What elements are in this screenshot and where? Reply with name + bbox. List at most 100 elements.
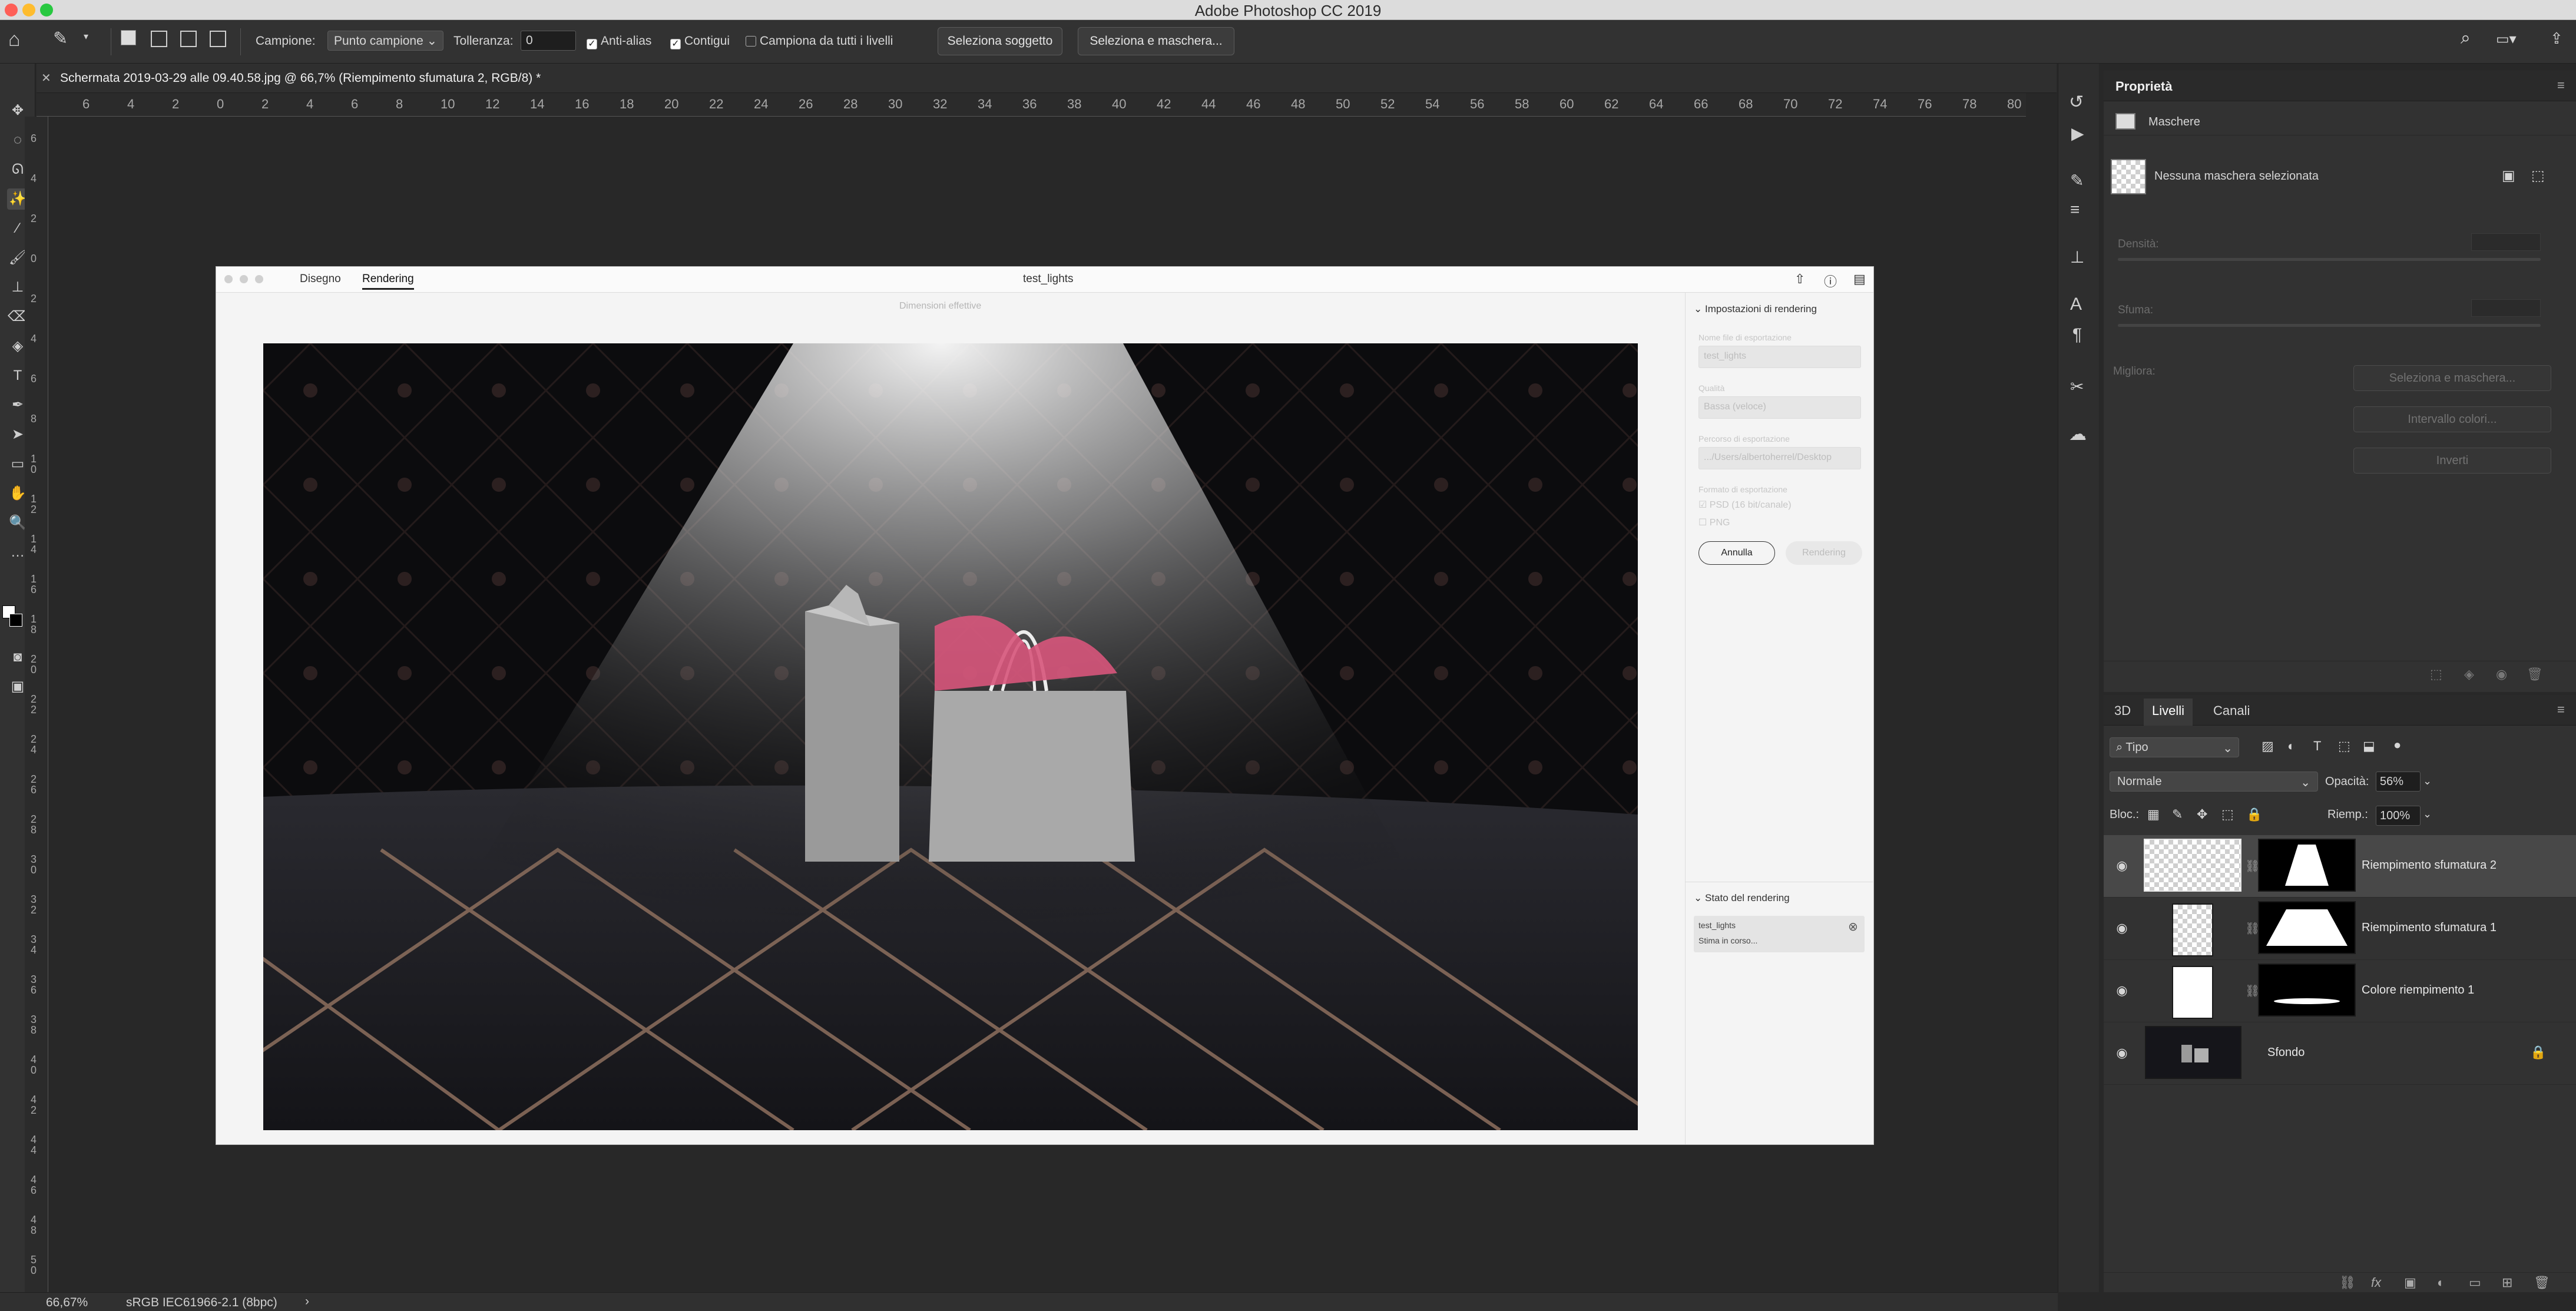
- layer-row[interactable]: ◉ ⛓ Riempimento sfumatura 2: [2104, 835, 2576, 898]
- tab-3d[interactable]: 3D: [2114, 703, 2131, 719]
- layer-mask-thumbnail[interactable]: [2258, 901, 2356, 954]
- new-selection-icon[interactable]: [121, 30, 136, 45]
- share-icon[interactable]: ⇧: [1794, 272, 1805, 287]
- comment-icon[interactable]: ▤: [1853, 272, 1866, 287]
- layer-mask-thumbnail[interactable]: [2258, 964, 2356, 1017]
- lock-artboard-icon[interactable]: ⬚: [2221, 807, 2234, 822]
- lock-image-icon[interactable]: ✎: [2172, 807, 2183, 822]
- layer-row[interactable]: ◉ ⛓ Riempimento sfumatura 1: [2104, 898, 2576, 960]
- feather-slider[interactable]: [2118, 324, 2541, 327]
- all-layers-checkbox[interactable]: Campiona da tutti i livelli: [746, 34, 893, 48]
- select-subject-button[interactable]: Seleziona soggetto: [938, 27, 1062, 55]
- load-selection-icon[interactable]: ⬚: [2430, 667, 2442, 682]
- home-icon[interactable]: ⌂: [8, 28, 21, 51]
- brush-settings-icon[interactable]: ✎: [2070, 171, 2084, 190]
- link-layers-icon[interactable]: ⛓: [2339, 1275, 2356, 1290]
- paragraph-icon[interactable]: ¶: [2072, 325, 2082, 345]
- panel-menu-icon[interactable]: ≡: [2557, 702, 2565, 717]
- opacity-input[interactable]: 56%: [2376, 772, 2421, 792]
- creative-cloud-libraries-icon[interactable]: ☁: [2069, 424, 2087, 445]
- tab-draw[interactable]: Disegno: [300, 273, 341, 286]
- dialog-minimize-dot[interactable]: [240, 275, 248, 283]
- new-adjustment-icon[interactable]: ◐: [2437, 1275, 2445, 1290]
- add-to-selection-icon[interactable]: [151, 31, 167, 47]
- history-icon[interactable]: ↺: [2069, 92, 2084, 112]
- lock-position-icon[interactable]: ✥: [2197, 807, 2207, 822]
- export-path-input[interactable]: .../Users/albertoherrel/Desktop: [1698, 447, 1861, 469]
- layer-mask-thumbnail[interactable]: [2258, 839, 2356, 892]
- dialog-zoom-dot[interactable]: [255, 275, 263, 283]
- density-slider[interactable]: [2118, 258, 2541, 261]
- search-icon[interactable]: ⌕: [2461, 28, 2471, 48]
- clone-source-icon[interactable]: ⊥: [2070, 247, 2084, 267]
- layer-filter-select[interactable]: ⌕ Tipo ⌄: [2110, 737, 2239, 757]
- color-range-button[interactable]: Intervallo colori...: [2353, 406, 2551, 432]
- fill-input[interactable]: 100%: [2376, 806, 2421, 826]
- dialog-close-dot[interactable]: [224, 275, 233, 283]
- new-group-icon[interactable]: ▭: [2469, 1275, 2481, 1290]
- layer-row[interactable]: ◉ Sfondo 🔒: [2104, 1022, 2576, 1085]
- antialias-checkbox[interactable]: Anti-alias: [587, 34, 651, 49]
- eye-icon[interactable]: ◉: [2113, 1046, 2131, 1060]
- dimensions-select[interactable]: Dimensioni effettive: [899, 301, 981, 312]
- background-color-swatch[interactable]: [9, 614, 22, 627]
- feather-input[interactable]: [2471, 299, 2541, 317]
- adjustments-icon[interactable]: ≡: [2070, 200, 2080, 219]
- select-and-mask-button[interactable]: Seleziona e maschera...: [1078, 27, 1234, 55]
- quality-select[interactable]: Bassa (veloce): [1698, 396, 1861, 419]
- adjustment-filter-icon[interactable]: ◐: [2287, 739, 2295, 754]
- psd-checkbox[interactable]: ☑ PSD (16 bit/canale): [1698, 499, 1792, 511]
- apply-mask-icon[interactable]: ◈: [2464, 667, 2474, 682]
- tolerance-input[interactable]: 0: [521, 31, 576, 51]
- png-checkbox[interactable]: ☐ PNG: [1698, 517, 1730, 528]
- sample-select[interactable]: Punto campione ⌄: [327, 31, 444, 51]
- select-and-mask-panel-button[interactable]: Seleziona e maschera...: [2353, 365, 2551, 391]
- cancel-button[interactable]: Annulla: [1698, 541, 1775, 565]
- filter-toggle-icon[interactable]: ●: [2393, 737, 2401, 753]
- chevron-right-icon[interactable]: ›: [305, 1295, 309, 1309]
- zoom-level[interactable]: 66,67%: [46, 1296, 88, 1310]
- panel-menu-icon[interactable]: ≡: [2557, 78, 2565, 93]
- tab-channels[interactable]: Canali: [2213, 703, 2250, 719]
- type-filter-icon[interactable]: T: [2313, 739, 2321, 754]
- lock-all-icon[interactable]: 🔒: [2246, 807, 2262, 822]
- eye-icon[interactable]: ◉: [2113, 921, 2131, 935]
- properties-tab[interactable]: Proprietà: [2115, 79, 2173, 94]
- tab-layers[interactable]: Livelli: [2144, 698, 2193, 726]
- delete-layer-icon[interactable]: 🗑: [2534, 1275, 2550, 1290]
- intersect-selection-icon[interactable]: [210, 31, 226, 47]
- new-layer-icon[interactable]: ⊞: [2502, 1275, 2512, 1290]
- add-vector-mask-icon[interactable]: ⬚: [2531, 167, 2545, 184]
- document-tab[interactable]: ✕ Schermata 2019-03-29 alle 09.40.58.jpg…: [37, 64, 2057, 93]
- workspace-icon[interactable]: ▭▾: [2496, 31, 2517, 48]
- close-tab-icon[interactable]: ✕: [41, 71, 51, 85]
- render-settings-title[interactable]: ⌄ Impostazioni di rendering: [1694, 303, 1817, 315]
- contiguous-checkbox[interactable]: Contigui: [670, 34, 730, 49]
- delete-mask-icon[interactable]: 🗑: [2527, 667, 2543, 682]
- invert-button[interactable]: Inverti: [2353, 448, 2551, 474]
- cancel-render-icon[interactable]: ⊗: [1848, 919, 1858, 934]
- eye-icon[interactable]: ◉: [2113, 984, 2131, 998]
- chevron-down-icon[interactable]: ⌄: [2423, 808, 2432, 820]
- magic-wand-tool-preset-icon[interactable]: ✎: [53, 28, 68, 49]
- subtract-from-selection-icon[interactable]: [180, 31, 197, 47]
- help-icon[interactable]: ⓘ: [1824, 272, 1837, 290]
- blend-mode-select[interactable]: Normale ⌄: [2110, 772, 2318, 792]
- smart-object-filter-icon[interactable]: ⬓: [2363, 739, 2375, 754]
- tools-preset-icon[interactable]: ✂: [2070, 377, 2084, 396]
- tab-rendering[interactable]: Rendering: [362, 273, 414, 290]
- eye-icon[interactable]: ◉: [2113, 859, 2131, 873]
- render-status-title[interactable]: ⌄ Stato del rendering: [1694, 892, 1790, 904]
- add-mask-icon[interactable]: ▣: [2404, 1275, 2416, 1290]
- lock-transparent-icon[interactable]: ▦: [2147, 807, 2160, 822]
- layer-row[interactable]: ◉ ⛓ Colore riempimento 1: [2104, 960, 2576, 1022]
- shape-filter-icon[interactable]: ⬚: [2338, 739, 2350, 754]
- rendering-button[interactable]: Rendering: [1786, 541, 1862, 565]
- export-name-input[interactable]: test_lights: [1698, 346, 1861, 368]
- share-icon[interactable]: ⇪: [2550, 29, 2563, 48]
- layer-style-icon[interactable]: fx: [2371, 1275, 2381, 1290]
- toggle-mask-visibility-icon[interactable]: ◉: [2496, 667, 2507, 682]
- chevron-down-icon[interactable]: ⌄: [2423, 775, 2432, 787]
- actions-play-icon[interactable]: ▶: [2071, 124, 2084, 143]
- pixel-filter-icon[interactable]: ▨: [2262, 739, 2274, 754]
